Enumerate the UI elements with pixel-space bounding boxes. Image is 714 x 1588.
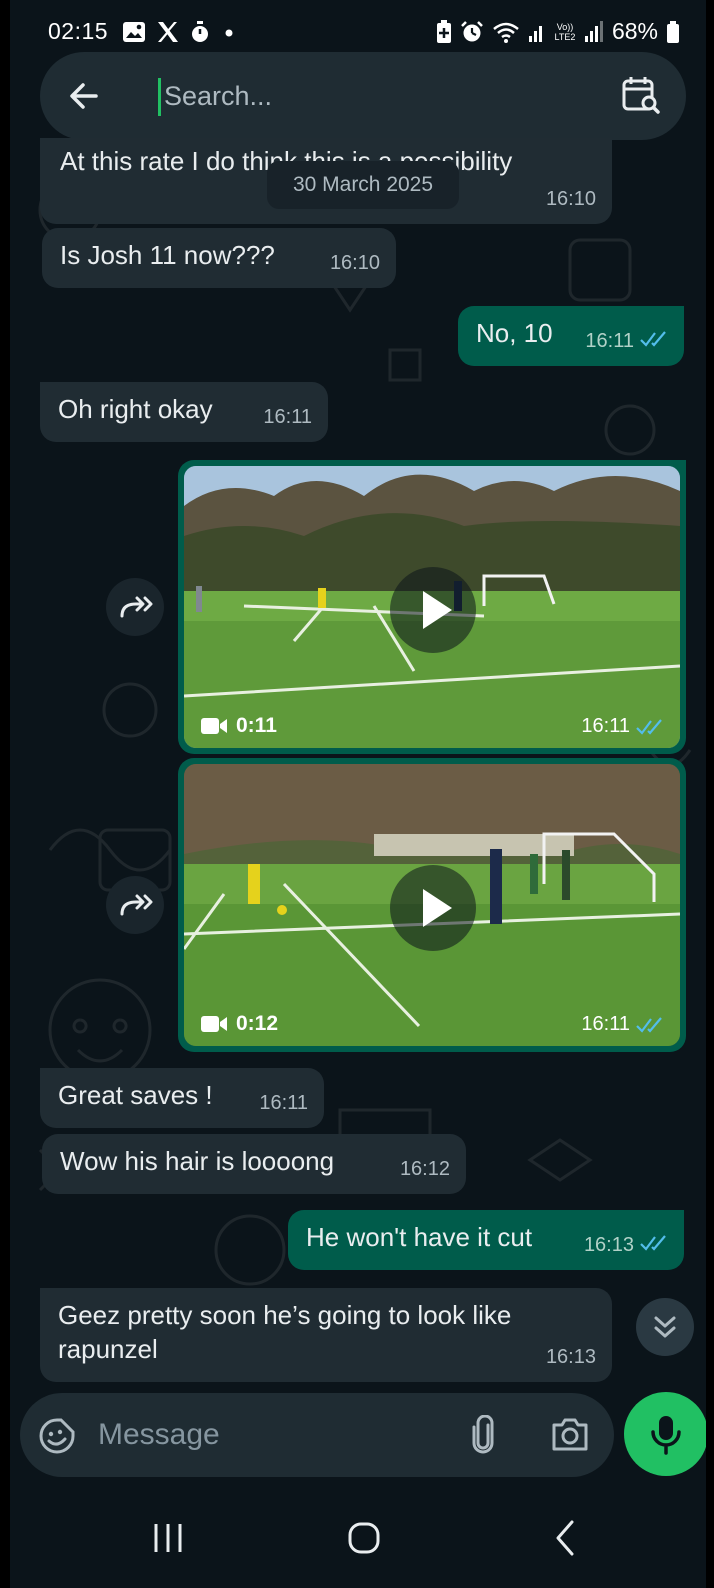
forward-button[interactable] [106, 876, 164, 934]
signal-icon [528, 25, 542, 42]
double-check-icon [640, 331, 666, 347]
forward-button[interactable] [106, 578, 164, 636]
play-icon [423, 889, 452, 927]
message-bubble-outgoing[interactable]: He won't have it cut 16:13 [288, 1210, 684, 1270]
home-icon[interactable] [344, 1518, 384, 1558]
camera-icon[interactable] [550, 1415, 590, 1453]
message-time: 16:11 [581, 715, 630, 737]
forward-icon [120, 596, 153, 618]
message-text: Oh right okay [58, 394, 213, 424]
volte-icon: Vo)) LTE2 [554, 21, 576, 42]
search-input[interactable] [164, 72, 604, 120]
system-nav-bar [10, 1490, 706, 1588]
message-time: 16:13 [545, 1346, 596, 1368]
message-text: Geez pretty soon he’s going to look like… [58, 1300, 512, 1364]
message-bubble-incoming[interactable]: Geez pretty soon he’s going to look like… [40, 1288, 612, 1382]
message-text: Great saves ! [58, 1080, 213, 1110]
video-thumbnail[interactable]: 0:11 16:11 [184, 466, 680, 748]
message-text: He won't have it cut [306, 1222, 533, 1252]
gallery-icon [123, 22, 145, 42]
message-bubble-incoming[interactable]: Wow his hair is loooong 16:12 [42, 1134, 466, 1194]
mic-icon [651, 1416, 681, 1455]
double-check-icon [636, 718, 662, 735]
video-camera-icon [201, 718, 227, 734]
paperclip-icon[interactable] [468, 1415, 498, 1455]
stopwatch-icon [192, 21, 208, 42]
scroll-to-bottom-button[interactable] [636, 1298, 694, 1356]
forward-icon [120, 894, 153, 916]
video-duration: 0:12 [236, 1012, 279, 1035]
play-icon [423, 591, 452, 629]
arrow-left-icon[interactable] [66, 78, 102, 114]
message-text: Is Josh 11 now??? [60, 240, 275, 270]
message-text: Wow his hair is loooong [60, 1146, 335, 1176]
message-time: 16:10 [329, 252, 380, 274]
message-time: 16:10 [545, 188, 596, 210]
message-text: No, 10 [476, 318, 553, 348]
message-time: 16:13 [583, 1234, 634, 1256]
calendar-search-icon[interactable] [620, 74, 662, 116]
message-time: 16:11 [263, 406, 312, 428]
date-chip: 30 March 2025 [267, 161, 459, 209]
text-cursor [158, 78, 161, 116]
status-time: 02:15 [48, 18, 109, 44]
play-button[interactable] [390, 865, 476, 951]
play-button[interactable] [390, 567, 476, 653]
message-bubble-incoming[interactable]: Oh right okay 16:11 [40, 382, 328, 442]
x-logo-icon [158, 22, 178, 42]
message-bubble-incoming[interactable]: Is Josh 11 now??? 16:10 [42, 228, 396, 288]
sticker-icon[interactable] [38, 1417, 76, 1455]
message-bubble-outgoing[interactable]: No, 10 16:11 [458, 306, 684, 366]
double-check-icon [636, 1016, 662, 1033]
dot-icon [225, 29, 233, 37]
message-input[interactable] [98, 1411, 448, 1459]
status-bar: 02:15 Vo)) LTE2 68% [10, 0, 706, 60]
video-duration: 0:11 [236, 714, 277, 737]
recent-apps-icon[interactable] [148, 1518, 188, 1558]
battery-icon [667, 20, 679, 43]
message-time: 16:12 [399, 1158, 450, 1180]
battery-percent: 68% [611, 18, 658, 44]
video-thumbnail[interactable]: 0:12 16:11 [184, 764, 680, 1046]
video-message[interactable]: 0:11 16:11 [178, 460, 686, 754]
double-check-icon [640, 1235, 666, 1251]
message-time: 16:11 [259, 1092, 308, 1114]
chat-screen: 02:15 Vo)) LTE2 68% At this rate I do th… [10, 0, 706, 1588]
wifi-icon [493, 22, 519, 43]
signal-icon [584, 20, 603, 42]
battery-saver-icon [436, 19, 451, 43]
video-camera-icon [201, 1016, 227, 1032]
mic-button[interactable] [624, 1392, 706, 1476]
chevron-double-down-icon [654, 1316, 676, 1338]
search-bar [40, 52, 686, 140]
message-time: 16:11 [585, 330, 634, 352]
alarm-icon [461, 20, 483, 41]
video-message[interactable]: 0:12 16:11 [178, 758, 686, 1052]
message-composer [20, 1393, 614, 1477]
back-icon[interactable] [546, 1518, 586, 1558]
message-bubble-incoming[interactable]: Great saves ! 16:11 [40, 1068, 324, 1128]
message-time: 16:11 [581, 1013, 630, 1035]
